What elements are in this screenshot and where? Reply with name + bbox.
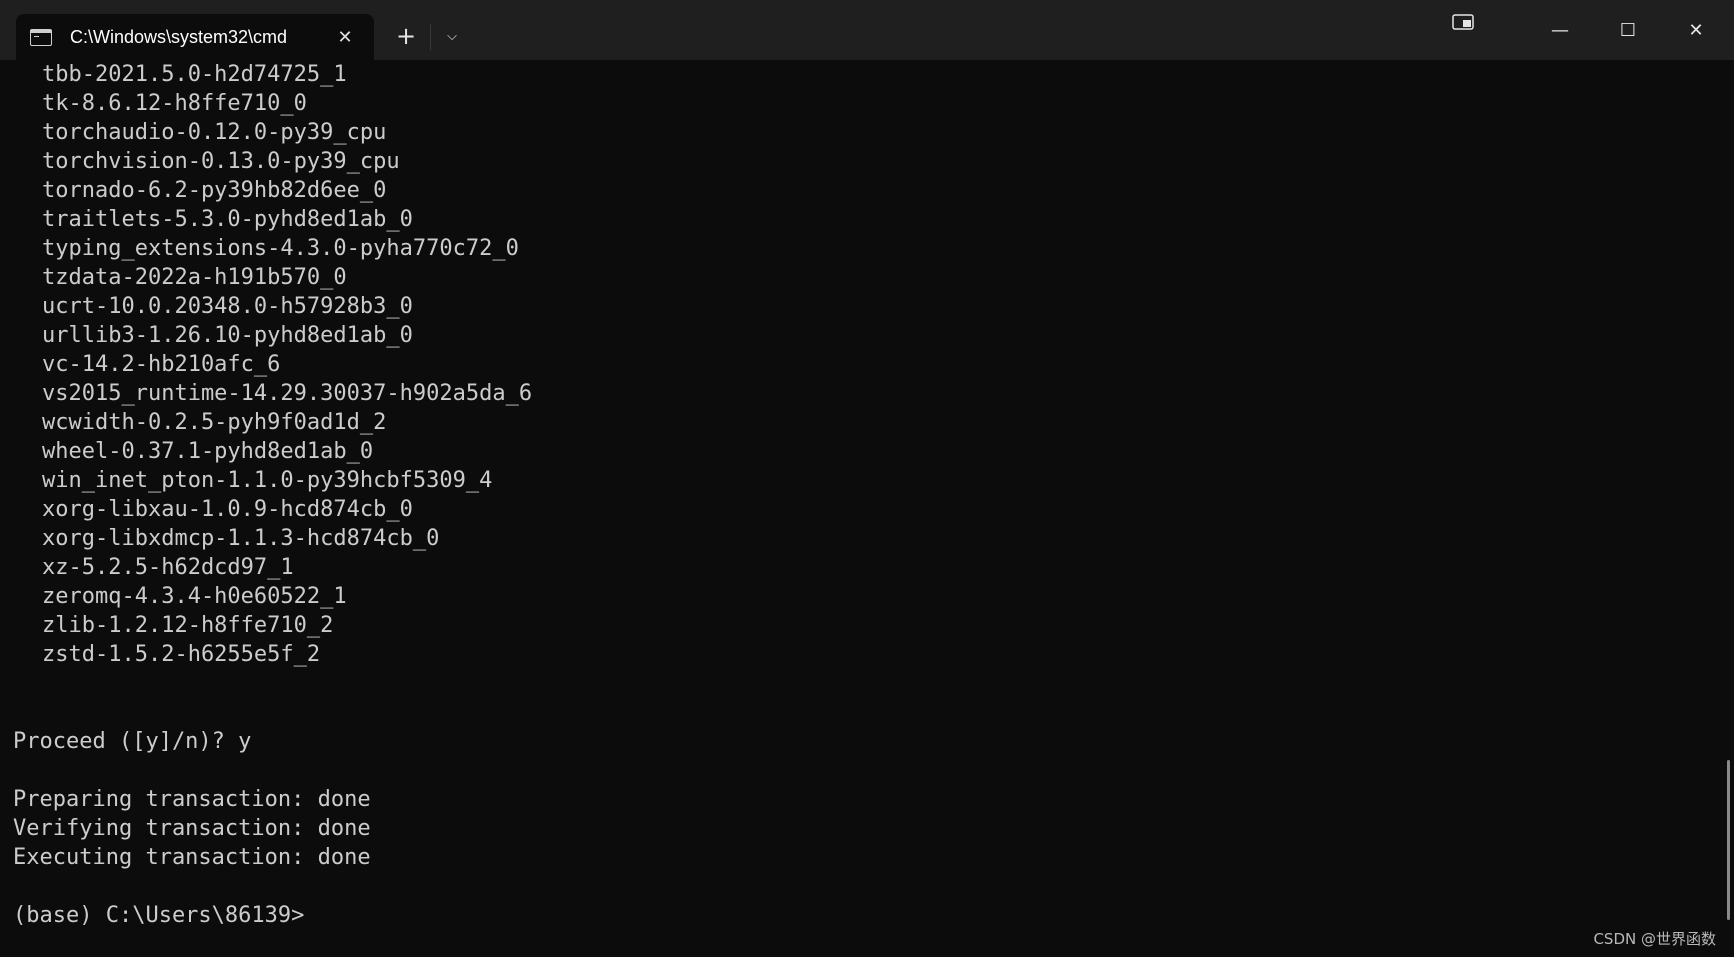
package-line: tk-8.6.12-h8ffe710_0 [42,91,307,116]
package-line: wheel-0.37.1-pyhd8ed1ab_0 [42,439,374,464]
status-line: Verifying transaction: done [13,816,371,841]
package-line: zlib-1.2.12-h8ffe710_2 [42,613,334,638]
snap-layout-icon[interactable] [1448,10,1478,36]
package-line: tbb-2021.5.0-h2d74725_1 [42,62,347,87]
package-line: xz-5.2.5-h62dcd97_1 [42,555,294,580]
package-line: tzdata-2022a-h191b570_0 [42,265,347,290]
package-line: vs2015_runtime-14.29.30037-h902a5da_6 [42,381,533,406]
minimize-button[interactable]: — [1530,10,1590,50]
terminal-output[interactable]: tbb-2021.5.0-h2d74725_1 tk-8.6.12-h8ffe71… [0,60,1720,957]
terminal-window: C:\Windows\system32\cmd ✕ + ⌵ — ☐ ✕ tbb-… [0,0,1734,957]
tab-divider [430,24,431,50]
package-line: torchvision-0.13.0-py39_cpu [42,149,400,174]
command-prompt[interactable]: (base) C:\Users\86139> [13,901,1720,930]
tab-title: C:\Windows\system32\cmd [70,26,288,47]
tab-close-icon[interactable]: ✕ [330,22,360,52]
tab-cmd[interactable]: C:\Windows\system32\cmd ✕ [16,14,374,60]
terminal-icon [30,28,52,46]
package-line: zeromq-4.3.4-h0e60522_1 [42,584,347,609]
scrollbar-thumb[interactable] [1727,760,1730,920]
watermark: CSDN @世界函数 [1593,930,1716,948]
package-line: xorg-libxau-1.0.9-hcd874cb_0 [42,497,413,522]
package-line: torchaudio-0.12.0-py39_cpu [42,120,387,145]
package-line: ucrt-10.0.20348.0-h57928b3_0 [42,294,413,319]
package-line: typing_extensions-4.3.0-pyha770c72_0 [42,236,519,261]
package-line: urllib3-1.26.10-pyhd8ed1ab_0 [42,323,413,348]
status-line: Executing transaction: done [13,845,371,870]
package-line: traitlets-5.3.0-pyhd8ed1ab_0 [42,207,413,232]
package-line: tornado-6.2-py39hb82d6ee_0 [42,178,387,203]
maximize-button[interactable]: ☐ [1598,10,1658,50]
title-bar: C:\Windows\system32\cmd ✕ + ⌵ — ☐ ✕ [0,0,1734,60]
package-line: zstd-1.5.2-h6255e5f_2 [42,642,321,667]
package-list: tbb-2021.5.0-h2d74725_1 tk-8.6.12-h8ffe71… [13,60,1720,669]
chevron-down-icon[interactable]: ⌵ [437,20,467,52]
new-tab-button[interactable]: + [390,20,422,52]
package-line: win_inet_pton-1.1.0-py39hcbf5309_4 [42,468,493,493]
proceed-prompt: Proceed ([y]/n)? y [13,729,252,754]
package-line: xorg-libxdmcp-1.1.3-hcd874cb_0 [42,526,440,551]
package-line: vc-14.2-hb210afc_6 [42,352,281,377]
close-window-button[interactable]: ✕ [1666,10,1726,50]
status-line: Preparing transaction: done [13,787,371,812]
package-line: wcwidth-0.2.5-pyh9f0ad1d_2 [42,410,387,435]
